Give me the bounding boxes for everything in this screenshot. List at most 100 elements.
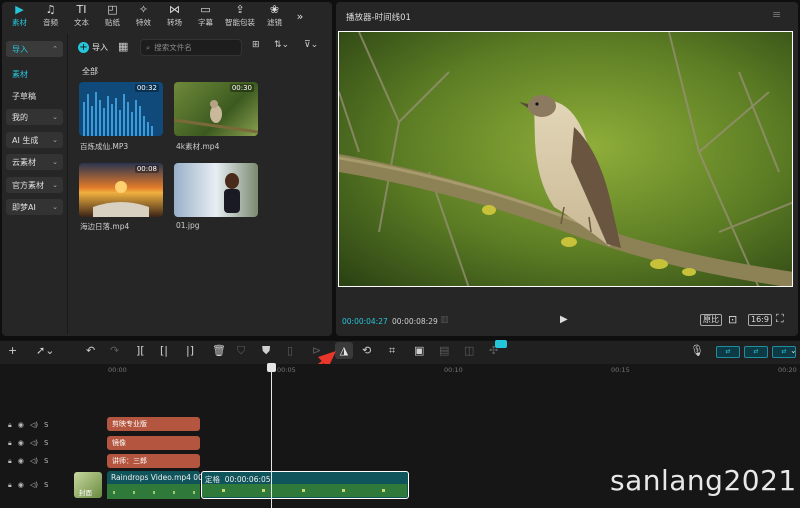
video-preview[interactable] — [338, 31, 793, 287]
import-button[interactable]: + 导入 — [78, 38, 112, 56]
tab-audio[interactable]: ♫ 音频 — [35, 0, 66, 32]
plus-icon: + — [78, 41, 89, 53]
solo-icon: S — [43, 457, 49, 465]
lock-icon: 🔒︎ — [8, 481, 12, 489]
media-item-video-sunset[interactable]: 00:08 — [79, 163, 163, 217]
subtitle-icon[interactable]: ▤ — [439, 344, 449, 358]
more-tabs-button[interactable]: » — [290, 0, 310, 32]
redo-icon[interactable]: ↷ — [110, 344, 119, 358]
search-icon: ⌕ — [146, 42, 151, 52]
tab-text[interactable]: TI 文本 — [66, 0, 97, 32]
lock-icon: 🔒︎ — [8, 421, 12, 429]
lock-icon: 🔒︎ — [8, 439, 12, 447]
delete-icon[interactable]: 🗑 — [212, 344, 226, 358]
sidebar-item-sub-draft[interactable]: 子草稿 — [12, 91, 36, 102]
playhead[interactable] — [271, 364, 272, 508]
split-left-icon[interactable]: [| — [160, 344, 168, 358]
fit-button[interactable]: 原比 — [700, 314, 722, 326]
sidebar-item-cloud[interactable]: 云素材 ⌄ — [6, 154, 63, 170]
chevron-down-icon: ⌄ — [52, 181, 58, 189]
marker-icon[interactable]: ⛊ — [262, 344, 270, 358]
tab-caption[interactable]: ▭ 字幕 — [190, 0, 221, 32]
effects-icon: ✧ — [138, 3, 149, 16]
sidebar-item-material[interactable]: 素材 — [12, 69, 28, 80]
split-right-icon[interactable]: |] — [186, 344, 194, 358]
clip-label: 定格 00:00:06:05 — [205, 475, 271, 484]
select-tool-icon[interactable]: ➚⌄ — [36, 344, 54, 358]
media-item-label: 4k素材.mp4 — [176, 142, 220, 151]
watermark: sanlang2021 — [610, 464, 797, 497]
text-clip[interactable]: 镜像 — [107, 436, 200, 450]
media-item-label: 海边日落.mp4 — [80, 222, 130, 231]
eye-icon: ◉ — [17, 481, 24, 489]
media-item-audio[interactable]: 00:32 — [79, 82, 163, 136]
add-track-icon[interactable]: + — [8, 344, 17, 358]
new-badge — [495, 340, 507, 348]
solo-icon: S — [43, 421, 49, 429]
sidebar-item-ai-gen[interactable]: AI 生成 ⌄ — [6, 132, 63, 148]
transition-icon: ⋈ — [169, 3, 180, 16]
mirror-icon: ◮ — [339, 344, 349, 357]
crop-icon[interactable]: ⌗ — [389, 344, 395, 358]
sticker-icon: ◰ — [107, 3, 118, 16]
solo-icon: S — [43, 439, 49, 447]
search-input[interactable]: ⌕ 搜索文件名 — [140, 39, 242, 56]
tab-effects[interactable]: ✧ 特效 — [128, 0, 159, 32]
playhead-handle[interactable] — [267, 363, 276, 372]
menu-icon[interactable]: ≡ — [772, 8, 781, 21]
ruler-tick: 00:20 — [778, 366, 797, 374]
portrait-thumbnail — [224, 173, 240, 213]
track-controls[interactable]: 🔒︎ ◉ ◁) S — [8, 457, 48, 466]
text-clip[interactable]: 讲师：三郎 — [107, 454, 200, 468]
fullscreen-preview-icon[interactable]: ⊡ — [728, 313, 737, 326]
audio-icon: ♫ — [45, 3, 56, 16]
ruler-tick: 00:15 — [611, 366, 630, 374]
microphone-icon[interactable]: 🎙 — [690, 344, 704, 358]
grid-view-icon[interactable]: ▦ — [118, 40, 132, 54]
text-clip[interactable]: 剪映专业版 — [107, 417, 200, 431]
tab-media[interactable]: ▶ 素材 — [4, 0, 35, 32]
sidebar-item-import[interactable]: 导入 ⌃ — [6, 41, 63, 57]
media-tab-bar: ▶ 素材 ♫ 音频 TI 文本 ◰ 贴纸 ✧ 特效 ⋈ 转场 ▭ 字幕 ⇪ 智能包装 ❀ 滤镜 » — [0, 0, 330, 32]
current-timecode: 00:00:04:27 — [342, 317, 388, 326]
tab-filter[interactable]: ❀ 滤镜 — [259, 0, 290, 32]
play-button[interactable]: ▶ — [560, 314, 568, 325]
undo-icon[interactable]: ↶ — [86, 344, 95, 358]
filter-funnel-icon[interactable]: ⊽⌄ — [304, 40, 318, 50]
smart-pack-icon: ⇪ — [235, 3, 245, 16]
shield-icon[interactable]: ⛉ — [237, 344, 245, 358]
rotate-icon[interactable]: ⟲ — [362, 344, 371, 358]
audio-icon: ◁) — [29, 439, 38, 447]
media-item-image-portrait[interactable] — [174, 163, 258, 217]
timeline-toolbar — [0, 340, 800, 364]
ruler-tick: 00:10 — [444, 366, 463, 374]
chevron-down-icon[interactable]: ⌄ — [790, 346, 797, 355]
eye-icon: ◉ — [17, 439, 24, 447]
sidebar-item-jimeng[interactable]: 即梦AI ⌄ — [6, 199, 63, 215]
fit-frame-icon[interactable]: ▣ — [414, 344, 424, 358]
chevron-right-icon: » — [296, 9, 304, 23]
sidebar-item-mine[interactable]: 我的 ⌄ — [6, 109, 63, 125]
expand-icon[interactable]: ⛶ — [776, 312, 784, 326]
cover-button[interactable]: 封面 — [74, 472, 102, 498]
media-item-label: 百炼成仙.MP3 — [80, 142, 129, 151]
ratio-button[interactable]: 16:9 — [748, 314, 772, 326]
tab-smart-pack[interactable]: ⇪ 智能包装 — [221, 0, 259, 32]
media-item-video-bird[interactable]: 00:30 — [174, 82, 258, 136]
sidebar-item-official[interactable]: 官方素材 ⌄ — [6, 177, 63, 193]
split-icon[interactable]: ][ — [136, 344, 145, 358]
compare-icon[interactable]: ◫ — [464, 344, 474, 358]
track-controls[interactable]: 🔒︎ ◉ ◁) S — [8, 439, 48, 448]
track-controls[interactable]: 🔒︎ ◉ ◁) S — [8, 421, 48, 430]
view-mode-icon[interactable]: ⊞ — [252, 40, 260, 50]
tab-sticker[interactable]: ◰ 贴纸 — [97, 0, 128, 32]
audio-icon: ◁) — [29, 457, 38, 465]
eye-icon: ◉ — [17, 421, 24, 429]
track-controls[interactable]: 🔒︎ ◉ ◁) S — [8, 481, 48, 490]
tab-transition[interactable]: ⋈ 转场 — [159, 0, 190, 32]
sort-icon[interactable]: ⇅⌄ — [274, 40, 289, 50]
chevron-down-icon: ⌄ — [52, 158, 58, 166]
main-track-magnet-toggle[interactable]: ⇄ — [716, 346, 740, 358]
auto-snap-toggle[interactable]: ⇄ — [744, 346, 768, 358]
ruler-tick: 00:05 — [277, 366, 296, 374]
